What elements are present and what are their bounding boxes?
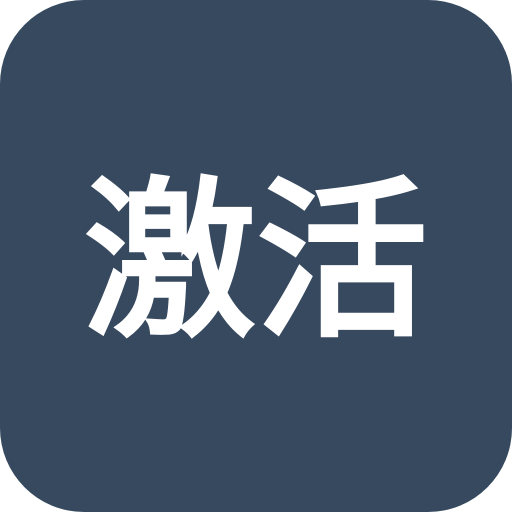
app-icon-label: 激活	[84, 161, 428, 362]
activate-app-icon[interactable]: 激活	[0, 0, 512, 512]
